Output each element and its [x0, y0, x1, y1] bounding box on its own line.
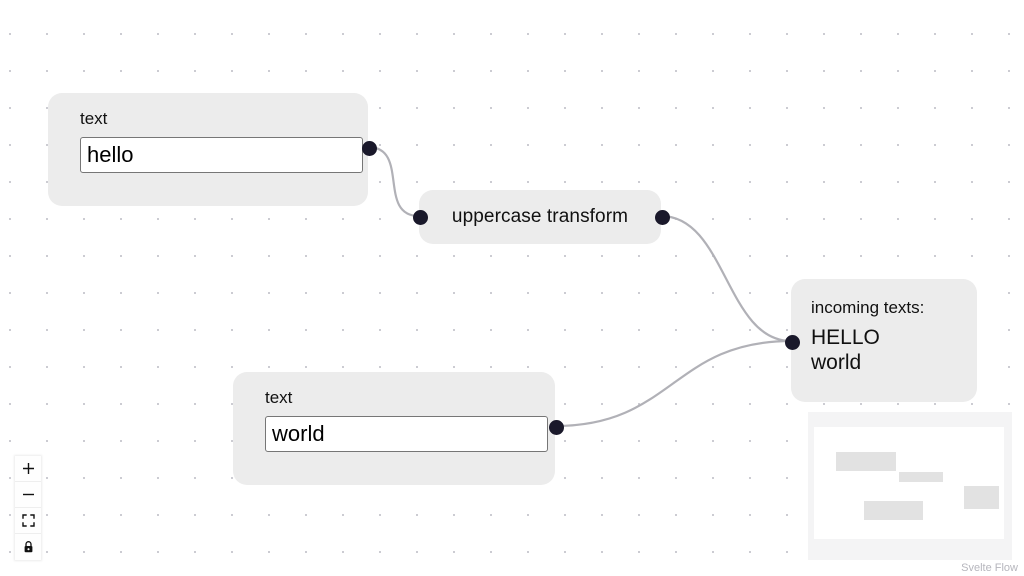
node-text-input-2[interactable]: text [233, 372, 555, 485]
fit-view-icon [21, 514, 35, 527]
plus-icon [22, 462, 35, 475]
minimap-node [899, 472, 943, 482]
fit-view-button[interactable] [15, 508, 41, 534]
handle-target-result[interactable] [785, 335, 800, 350]
edge-transform-to-result [659, 214, 793, 343]
handle-target-transform[interactable] [413, 210, 428, 225]
edge-text2-to-result [553, 339, 793, 428]
zoom-in-button[interactable] [15, 456, 41, 482]
lock-icon [22, 540, 35, 554]
handle-source-text-1[interactable] [362, 141, 377, 156]
result-line: HELLO [811, 326, 880, 349]
minus-icon [22, 488, 35, 501]
text-input-field[interactable] [265, 416, 548, 452]
attribution-label[interactable]: Svelte Flow [961, 562, 1018, 574]
handle-source-transform[interactable] [655, 210, 670, 225]
minimap-viewport [814, 427, 1004, 539]
node-uppercase-transform[interactable]: uppercase transform [419, 190, 661, 244]
handle-source-text-2[interactable] [549, 420, 564, 435]
flow-controls[interactable] [15, 456, 41, 560]
node-text-input-1[interactable]: text [48, 93, 368, 206]
node-label: text [80, 109, 108, 128]
flow-canvas[interactable]: text uppercase transform text incoming t… [0, 0, 1024, 576]
minimap[interactable] [808, 412, 1012, 560]
minimap-node [836, 452, 896, 471]
zoom-out-button[interactable] [15, 482, 41, 508]
text-input-field[interactable] [80, 137, 363, 173]
minimap-node [864, 501, 923, 520]
transform-label: uppercase transform [451, 206, 629, 227]
edge-text1-to-transform [366, 145, 421, 218]
node-result-display[interactable]: incoming texts: HELLO world [791, 279, 977, 402]
node-label: text [265, 388, 293, 407]
result-title: incoming texts: [811, 298, 925, 317]
minimap-node [964, 486, 999, 509]
result-line: world [811, 351, 862, 374]
lock-button[interactable] [15, 534, 41, 560]
